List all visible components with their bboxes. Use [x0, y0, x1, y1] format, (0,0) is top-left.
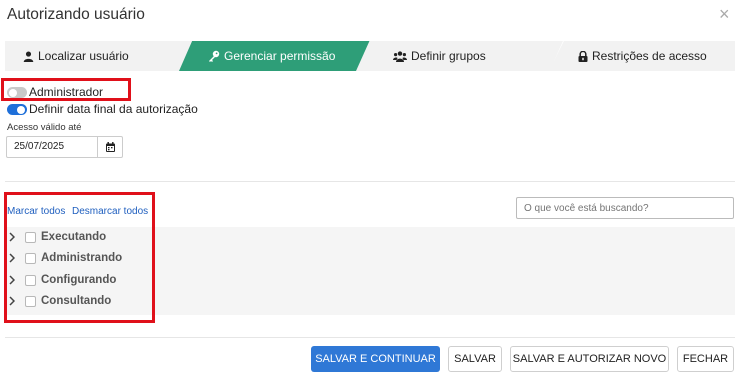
admin-toggle[interactable] — [7, 87, 27, 98]
user-icon — [23, 50, 34, 62]
admin-toggle-label: Administrador — [29, 85, 104, 99]
tab-bar: Localizar usuário Gerenciar permissão De… — [5, 41, 735, 71]
save-continue-button[interactable]: SALVAR E CONTINUAR — [311, 346, 440, 372]
save-button[interactable]: SALVAR — [448, 346, 502, 372]
divider — [5, 181, 735, 182]
tab-label: Definir grupos — [411, 49, 486, 63]
tab-label: Gerenciar permissão — [224, 49, 336, 63]
final-date-toggle[interactable] — [7, 104, 27, 115]
close-icon[interactable]: × — [719, 5, 730, 23]
tab-restricoes-de-acesso[interactable]: Restrições de acesso — [549, 41, 735, 71]
key-icon — [209, 50, 220, 62]
tab-label: Restrições de acesso — [592, 49, 707, 63]
dialog-title: Autorizando usuário — [7, 6, 145, 23]
tab-label: Localizar usuário — [38, 49, 129, 63]
valid-until-field[interactable]: 25/07/2025 — [6, 136, 98, 158]
highlight-box-permissions — [4, 192, 155, 323]
search-input[interactable] — [516, 197, 734, 219]
save-authorize-new-button[interactable]: SALVAR E AUTORIZAR NOVO — [510, 346, 669, 372]
divider — [5, 337, 735, 338]
tab-localizar-usuario[interactable]: Localizar usuário — [5, 41, 210, 71]
toggle-knob — [17, 105, 25, 114]
calendar-button[interactable] — [97, 136, 123, 158]
tab-gerenciar-permissao[interactable]: Gerenciar permissão — [179, 41, 381, 71]
users-icon — [393, 50, 407, 62]
close-button[interactable]: FECHAR — [677, 346, 734, 372]
valid-until-label: Acesso válido até — [7, 122, 82, 133]
final-date-toggle-label: Definir data final da autorização — [29, 102, 198, 116]
tab-definir-grupos[interactable]: Definir grupos — [356, 41, 563, 71]
toggle-knob — [9, 88, 17, 97]
lock-icon — [578, 50, 588, 62]
calendar-icon — [105, 142, 115, 152]
